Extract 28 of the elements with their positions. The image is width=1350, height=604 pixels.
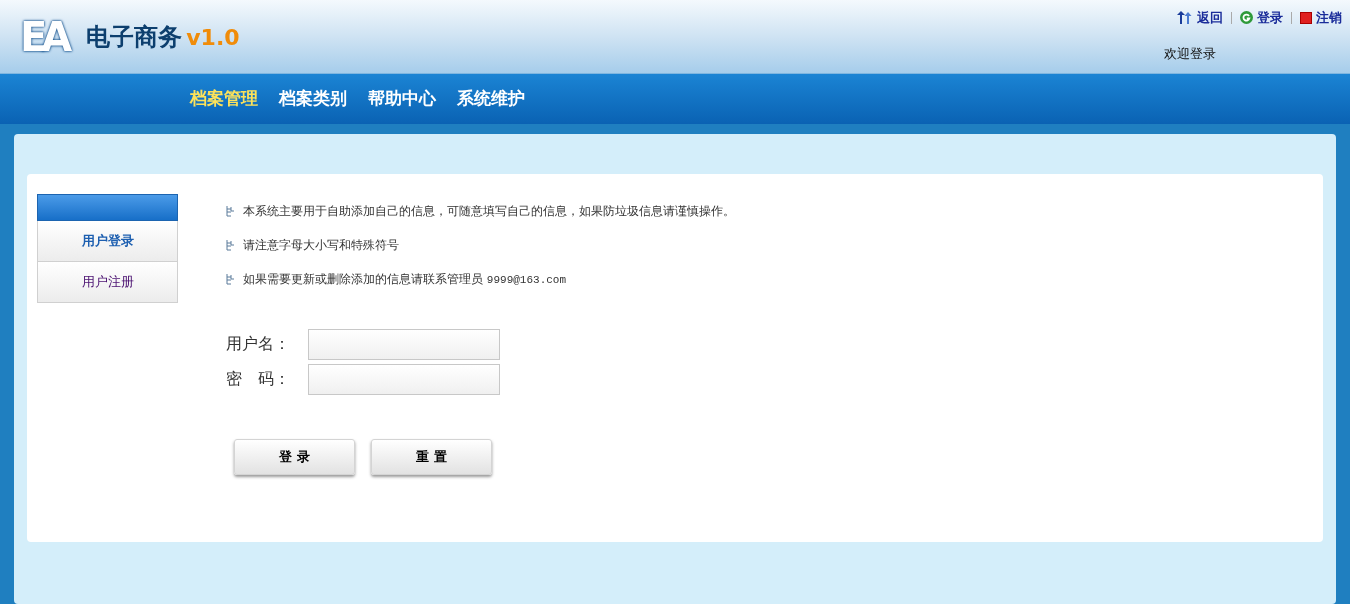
- arrows-up-icon: [1176, 11, 1193, 25]
- nav-link[interactable]: 档案管理: [190, 86, 258, 112]
- nav-link[interactable]: 系统维护: [457, 86, 525, 112]
- nav-link[interactable]: 帮助中心: [368, 86, 436, 112]
- tree-icon: [226, 239, 235, 251]
- back-link[interactable]: 返回: [1197, 8, 1223, 28]
- field-label: 密 码：: [226, 368, 291, 390]
- logout-link[interactable]: 注销: [1316, 8, 1342, 28]
- login-link[interactable]: 登录: [1257, 8, 1283, 28]
- note-text: 本系统主要用于自助添加自己的信息，可随意填写自己的信息，如果防垃圾信息请谨慎操作。: [243, 203, 735, 220]
- note-text: 请注意字母大小写和特殊符号: [243, 237, 399, 254]
- sidebar-item[interactable]: 用户登录: [37, 221, 178, 262]
- version-label: v1.0: [186, 23, 240, 52]
- input-field[interactable]: [308, 363, 500, 395]
- square-icon: [1300, 11, 1312, 24]
- note-text: 如果需要更新或删除添加的信息请联系管理员 9999@163.com: [243, 271, 567, 288]
- login-button[interactable]: 登 录: [234, 438, 355, 475]
- site-title: 电子商务: [86, 21, 183, 53]
- tree-icon: [226, 205, 235, 217]
- welcome-text: 欢迎登录: [1164, 44, 1216, 63]
- reset-button[interactable]: 重 置: [371, 438, 492, 475]
- g-circle-icon: [1240, 11, 1253, 25]
- field-label: 用户名：: [226, 333, 291, 355]
- tree-icon: [226, 273, 235, 285]
- logo-mark: EA: [20, 16, 67, 57]
- input-field[interactable]: [308, 328, 500, 360]
- nav-link[interactable]: 档案类别: [279, 86, 347, 112]
- sidebar-item[interactable]: 用户注册: [37, 262, 178, 303]
